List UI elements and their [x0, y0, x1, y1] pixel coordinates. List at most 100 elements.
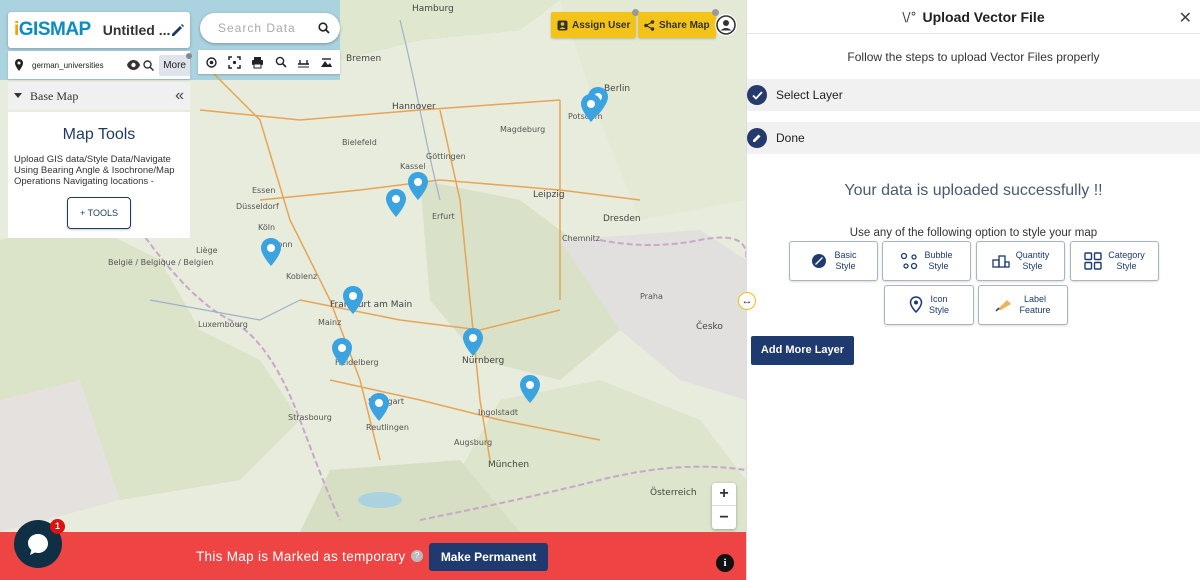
map-label: Erfurt — [432, 212, 455, 221]
search-input[interactable] — [218, 21, 318, 35]
map-label: Kassel — [400, 162, 426, 171]
location-marker[interactable] — [462, 328, 484, 358]
style-label-line: Label — [1023, 294, 1047, 304]
chat-badge: 1 — [50, 519, 65, 534]
temporary-info-icon[interactable]: ? — [411, 550, 423, 562]
label-feature-button[interactable]: Label Feature — [978, 285, 1068, 325]
location-marker[interactable] — [519, 375, 541, 405]
style-label-line: Style — [1116, 261, 1137, 271]
map-label: Bielefeld — [342, 138, 377, 147]
style-label-line: Basic — [834, 250, 857, 260]
map-label: Österreich — [650, 488, 697, 498]
chat-bubble-icon — [28, 534, 48, 555]
igismap-logo[interactable]: iGISMAP — [14, 19, 91, 41]
step-done[interactable]: Done — [747, 122, 1200, 154]
print-icon[interactable] — [250, 54, 266, 70]
share-map-button[interactable]: Share Map — [638, 9, 719, 38]
style-label-line: Category — [1108, 250, 1145, 260]
search-map-icon[interactable] — [273, 54, 289, 70]
quantity-style-icon — [992, 255, 1010, 268]
step-select-layer[interactable]: Select Layer — [747, 79, 1200, 111]
upload-success-message: Your data is uploaded successfully !! — [844, 182, 1103, 199]
info-icon[interactable]: i — [716, 554, 734, 572]
close-icon[interactable]: ✕ — [1179, 8, 1192, 28]
edit-title-icon[interactable] — [170, 21, 186, 39]
map-canvas[interactable]: Hamburg Bremen Hannover Berlin Potsdam M… — [0, 0, 746, 580]
step-label: Select Layer — [776, 88, 843, 102]
map-label: Strasbourg — [288, 413, 332, 422]
caret-down-icon — [14, 93, 22, 98]
bubble-style-button[interactable]: Bubble Style — [882, 241, 971, 281]
map-label: Bremen — [346, 54, 382, 64]
map-label: Essen — [252, 186, 276, 195]
vector-icon: \/° — [902, 9, 917, 24]
layer-name: german_universities — [32, 60, 104, 70]
layers-terrain-icon[interactable] — [319, 54, 335, 70]
locate-me-icon[interactable] — [204, 54, 220, 70]
zoom-out-button[interactable]: − — [712, 506, 736, 529]
style-label: Icon Style — [929, 294, 949, 316]
search-icon[interactable] — [318, 22, 330, 34]
map-label: Köln — [258, 223, 276, 232]
upload-vector-panel: \/° Upload Vector File ✕ Follow the step… — [746, 0, 1200, 580]
basic-style-icon — [812, 254, 827, 268]
map-label: Chemnitz — [562, 234, 600, 243]
zoom-in-button[interactable]: + — [712, 483, 736, 506]
location-marker[interactable] — [580, 94, 602, 124]
location-marker[interactable] — [331, 338, 353, 368]
location-marker[interactable] — [342, 286, 364, 316]
eye-icon[interactable] — [127, 60, 141, 70]
zoom-to-layer-icon[interactable] — [143, 59, 155, 71]
fullscreen-icon[interactable] — [227, 54, 243, 70]
icon-style-button[interactable]: Icon Style — [884, 285, 974, 325]
map-label: Magdeburg — [500, 125, 546, 134]
style-label: Basic Style — [834, 250, 856, 272]
style-label-line: Style — [928, 305, 949, 315]
tools-title: Map Tools — [62, 126, 136, 143]
category-style-button[interactable]: Category Style — [1070, 241, 1159, 281]
resize-handle-icon[interactable]: ↔ — [738, 292, 756, 310]
more-button[interactable]: More — [159, 52, 192, 76]
assign-user-label: Assign User — [572, 19, 631, 31]
chat-widget[interactable]: 1 — [14, 519, 65, 568]
style-label-line: Style — [835, 261, 856, 271]
location-marker[interactable] — [385, 189, 407, 219]
panel-title: Upload Vector File — [922, 8, 1045, 25]
map-label: München — [488, 460, 530, 470]
add-more-layer-button[interactable]: Add More Layer — [751, 336, 854, 365]
temporary-message: This Map is Marked as temporary — [196, 549, 406, 564]
location-marker[interactable] — [260, 238, 282, 268]
map-label: Hamburg — [412, 4, 454, 14]
assign-user-button[interactable]: Assign User — [551, 9, 640, 38]
quantity-style-button[interactable]: Quantity Style — [976, 241, 1065, 281]
collapse-panel-icon[interactable]: « — [175, 87, 184, 105]
panel-subtitle: Follow the steps to upload Vector Files … — [847, 50, 1100, 64]
map-title[interactable]: Untitled ... — [103, 22, 171, 38]
location-marker[interactable] — [368, 393, 390, 423]
add-tools-button[interactable]: + TOOLS — [67, 197, 131, 229]
style-label-line: Style — [928, 261, 949, 271]
style-label: Quantity Style — [1016, 250, 1050, 272]
layer-row[interactable]: german_universities More — [8, 51, 192, 79]
zoom-control: + − — [712, 483, 736, 529]
basemap-label: Base Map — [30, 88, 79, 103]
location-marker[interactable] — [407, 172, 429, 202]
share-icon — [644, 19, 655, 31]
make-permanent-button[interactable]: Make Permanent — [429, 543, 548, 571]
basemap-row[interactable]: Base Map « — [8, 82, 190, 110]
map-label: Dresden — [603, 214, 641, 224]
basic-style-button[interactable]: Basic Style — [789, 241, 878, 281]
bubble-style-icon — [901, 252, 918, 270]
map-label: Česko — [696, 322, 723, 332]
style-label-line: Style — [1022, 261, 1043, 271]
measure-icon[interactable] — [296, 54, 312, 70]
map-label: Göttingen — [426, 152, 466, 161]
icon-style-icon — [909, 296, 923, 314]
style-label: Label Feature — [1019, 294, 1050, 316]
style-hint: Use any of the following option to style… — [849, 227, 1098, 239]
map-label: Düsseldorf — [236, 202, 279, 211]
user-avatar-icon[interactable] — [715, 14, 737, 36]
map-label: Koblenz — [286, 272, 318, 281]
style-label: Bubble Style — [924, 250, 952, 272]
map-label: Augsburg — [454, 438, 493, 447]
